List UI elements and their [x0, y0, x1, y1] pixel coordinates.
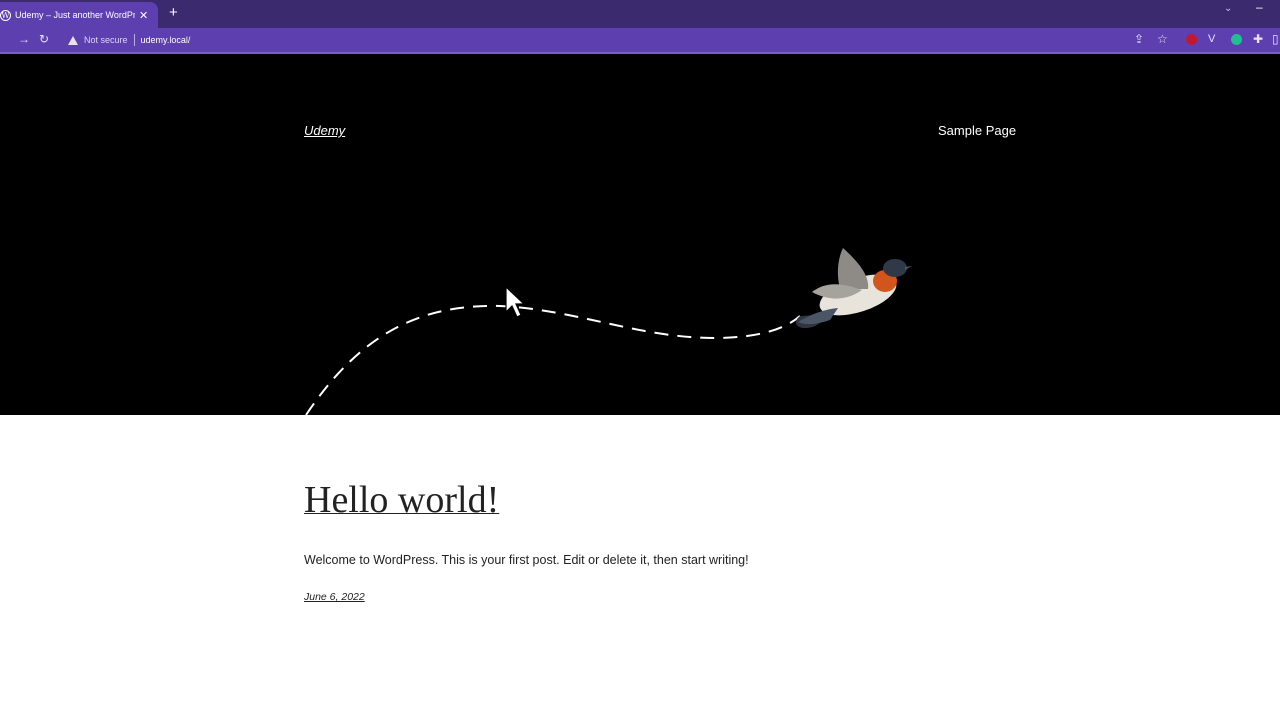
url-text[interactable]: udemy.local/: [141, 35, 191, 45]
extension-record-icon[interactable]: [1186, 34, 1197, 45]
address-divider: [133, 34, 135, 46]
extension-v-icon[interactable]: V: [1208, 31, 1215, 47]
site-header-hero: Udemy Sample Page: [0, 54, 1280, 415]
share-icon[interactable]: ⇪: [1134, 31, 1144, 47]
minimize-window-icon[interactable]: –: [1256, 0, 1263, 14]
post-excerpt: Welcome to WordPress. This is your first…: [304, 553, 749, 567]
bookmark-star-icon[interactable]: ☆: [1157, 31, 1168, 47]
browser-tab-bar: W Udemy – Just another WordPress ✕ + ⌄ –: [0, 0, 1280, 28]
mouse-cursor-icon: [505, 286, 526, 318]
tab-title: Udemy – Just another WordPress: [15, 10, 135, 20]
extensions-puzzle-icon[interactable]: ✚: [1253, 31, 1263, 47]
security-status[interactable]: Not secure: [84, 35, 128, 45]
browser-tab[interactable]: W Udemy – Just another WordPress ✕: [0, 2, 158, 28]
forward-icon[interactable]: →: [18, 31, 30, 47]
wordpress-icon: W: [0, 9, 11, 21]
bird-illustration: [795, 248, 912, 329]
dashed-flight-path: [305, 304, 801, 415]
side-panel-icon[interactable]: ▯: [1272, 31, 1279, 47]
extension-grammarly-icon[interactable]: [1231, 34, 1242, 45]
hero-illustration: [305, 248, 912, 415]
new-tab-icon[interactable]: +: [169, 5, 178, 21]
reload-icon[interactable]: ↻: [39, 31, 49, 47]
address-bar[interactable]: Not secure udemy.local/: [60, 30, 1180, 50]
post-title-link[interactable]: Hello world!: [304, 478, 499, 522]
browser-toolbar: → ↻ Not secure udemy.local/ ⇪ ☆ V ✚ ▯: [0, 28, 1280, 54]
close-tab-icon[interactable]: ✕: [139, 9, 148, 22]
tab-search-chevron-icon[interactable]: ⌄: [1224, 3, 1232, 14]
post-date-link[interactable]: June 6, 2022: [304, 591, 365, 603]
not-secure-warning-icon: [68, 35, 78, 45]
